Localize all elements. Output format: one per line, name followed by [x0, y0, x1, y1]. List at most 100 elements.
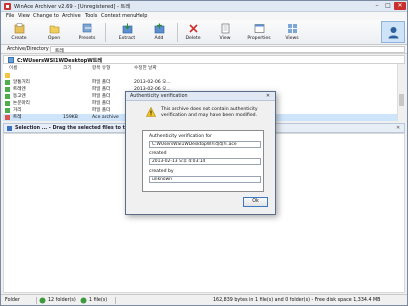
verification-details: Authenticity verification for C:WUsersWS…: [142, 130, 264, 192]
status-mode: Folder: [5, 298, 20, 303]
menu-file[interactable]: File: [6, 13, 14, 19]
selection-icon: [7, 126, 12, 131]
open-button[interactable]: Open: [41, 21, 67, 44]
folder-icon: [5, 80, 10, 85]
selection-close-icon[interactable]: ✕: [396, 125, 400, 131]
menu-archive[interactable]: Archive: [62, 13, 81, 19]
menu-tools[interactable]: Tools: [85, 13, 97, 19]
delete-button[interactable]: Delete: [180, 21, 206, 44]
address-label: Archive/Directory: [7, 47, 49, 52]
minimize-button[interactable]: –: [372, 2, 382, 10]
menu-change-to[interactable]: Change to: [33, 13, 59, 19]
extract-icon: [122, 23, 133, 34]
open-folder-icon: [49, 25, 60, 34]
item-type: 파일 폴더: [92, 94, 111, 99]
dialog-message: This archive does not contain authentici…: [161, 107, 258, 118]
add-label: Add: [154, 36, 164, 41]
create-label: Create: [11, 36, 27, 41]
address-bar: Archive/Directory 트레: [1, 45, 407, 54]
ok-button[interactable]: Ok: [243, 197, 268, 207]
created-label: created: [149, 151, 167, 156]
views-label: Views: [285, 36, 299, 41]
add-icon: [154, 23, 165, 34]
folder-icon: [8, 57, 14, 63]
user-panel-button[interactable]: [381, 21, 405, 43]
delete-icon: [189, 24, 198, 33]
scrollbar-thumb[interactable]: [399, 94, 404, 106]
status-separator: [115, 297, 116, 304]
views-button[interactable]: Views: [279, 21, 305, 44]
menu-help[interactable]: Help: [136, 13, 147, 19]
view-label: View: [219, 36, 231, 41]
view-button[interactable]: View: [212, 21, 238, 44]
item-name: 동고엔: [13, 94, 26, 99]
create-button[interactable]: Create: [6, 21, 32, 44]
current-path: C:WUsersWSI1WDesktopW트레: [3, 55, 405, 64]
dialog-title: Authenticity verification: [130, 94, 188, 99]
column-header-name[interactable]: 이름: [9, 65, 17, 71]
file-list-scrollbar[interactable]: [397, 64, 405, 121]
column-header-type[interactable]: 항목 유형: [92, 65, 110, 71]
item-name: 알통거리: [13, 80, 30, 85]
menu-context-menu[interactable]: Context menu: [101, 13, 136, 19]
menu-view[interactable]: View: [18, 13, 30, 19]
item-type: 파일 폴더: [92, 87, 111, 92]
extract-label: Extract: [118, 36, 136, 41]
created-by-label: created by: [149, 169, 174, 174]
address-field[interactable]: 트레: [50, 46, 405, 54]
window-title: WinAce Archiver v2.69 - [Unregistered] -…: [14, 4, 131, 10]
item-type: 파일 폴더: [92, 108, 111, 113]
item-name: 트레엔: [13, 87, 26, 92]
status-folders: 12 folder(s): [48, 298, 76, 303]
list-item[interactable]: [3, 72, 397, 79]
ace-archive-icon: [5, 115, 10, 120]
title-bar: WinAce Archiver v2.69 - [Unregistered] -…: [1, 1, 407, 12]
folder-icon: [5, 87, 10, 92]
winace-logo-icon: [4, 3, 11, 10]
item-name: 논문마리: [13, 101, 30, 106]
presets-button[interactable]: Presets: [74, 21, 100, 44]
dialog-close-button[interactable]: ✕: [263, 93, 273, 100]
verification-for-field: C:WUsersWSI1WDesktopW트레레트.ace: [149, 141, 261, 148]
extract-button[interactable]: Extract: [114, 21, 140, 44]
column-header-size[interactable]: 크기: [63, 65, 71, 71]
delete-label: Delete: [185, 36, 201, 41]
item-type: 파일 폴더: [92, 101, 111, 106]
item-name: 트레: [13, 115, 22, 120]
toolbar-separator: [105, 23, 106, 42]
verification-for-label: Authenticity verification for: [149, 134, 212, 139]
status-files: 1 file(s): [89, 298, 108, 303]
folder-icon: [5, 108, 10, 113]
folder-count-icon: [39, 297, 46, 304]
create-archive-icon: [14, 23, 25, 34]
file-count-icon: [80, 297, 87, 304]
created-field: 2013-02-13 오후 4:03:14: [149, 158, 261, 165]
presets-icon: [82, 23, 92, 33]
toolbar-separator: [177, 23, 178, 42]
item-size: 159KB: [63, 115, 78, 120]
app-window: WinAce Archiver v2.69 - [Unregistered] -…: [0, 0, 408, 306]
toolbar: Create Open Presets Extract Add Delete V…: [1, 20, 407, 45]
maximize-button[interactable]: □: [383, 2, 393, 10]
warning-icon: [146, 107, 156, 117]
add-button[interactable]: Add: [146, 21, 172, 44]
folder-icon: [5, 94, 10, 99]
view-document-icon: [221, 23, 230, 34]
list-item[interactable]: 알통거리 파일 폴더 2013-02-06 오...: [3, 79, 397, 86]
folder-icon: [5, 101, 10, 106]
properties-button[interactable]: Properties: [246, 21, 272, 44]
column-header-date[interactable]: 수정한 날짜: [134, 65, 157, 71]
item-type: 파일 폴더: [92, 80, 111, 85]
created-by-field: unknown: [149, 176, 261, 183]
properties-icon: [254, 24, 265, 33]
address-value: 트레: [55, 49, 64, 54]
authenticity-dialog: Authenticity verification ✕ This archive…: [125, 91, 276, 215]
views-icon: [288, 24, 297, 33]
item-date: 2013-02-06 오...: [134, 80, 171, 85]
menu-bar: File View Change to Archive Tools Contex…: [1, 12, 407, 20]
user-icon: [388, 27, 399, 39]
properties-label: Properties: [247, 36, 271, 41]
open-label: Open: [47, 36, 61, 41]
close-button[interactable]: ✕: [394, 2, 406, 10]
presets-label: Presets: [78, 36, 96, 41]
